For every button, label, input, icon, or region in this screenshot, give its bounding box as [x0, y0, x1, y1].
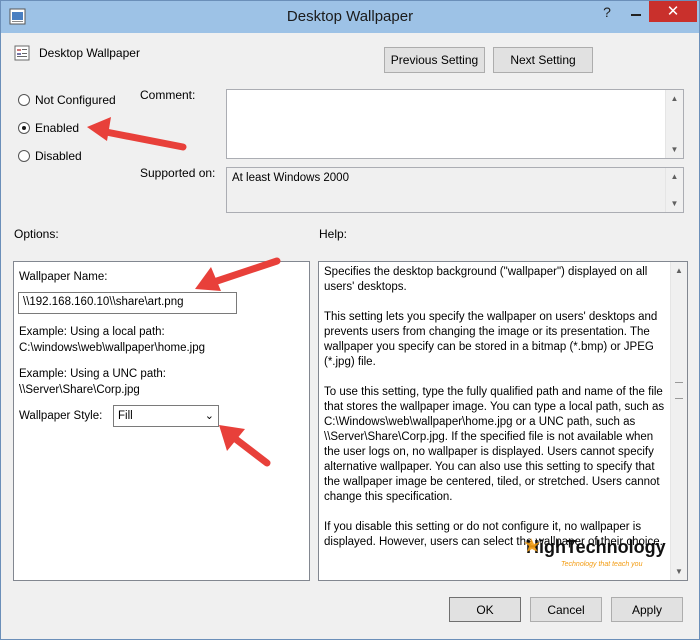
wallpaper-style-label: Wallpaper Style: — [19, 410, 103, 422]
scroll-up-icon[interactable]: ▲ — [671, 262, 687, 279]
help-scrollbar[interactable]: ▲ ▼ — [670, 262, 687, 580]
supported-on-field: At least Windows 2000 ▲ ▼ — [226, 167, 684, 213]
scroll-down-icon[interactable]: ▼ — [666, 195, 683, 212]
policy-settings-icon — [14, 45, 30, 61]
scroll-thumb[interactable] — [675, 382, 683, 399]
minimize-button[interactable] — [623, 1, 649, 23]
radio-not-configured-label: Not Configured — [35, 93, 116, 107]
watermark-tagline: Technology that teach you — [561, 561, 643, 568]
annotation-arrow-icon — [195, 257, 281, 291]
radio-enabled[interactable] — [18, 122, 30, 134]
radio-disabled-label: Disabled — [35, 149, 82, 163]
chevron-down-icon[interactable]: ⌄ — [205, 406, 214, 426]
wallpaper-style-select[interactable]: Fill ⌄ — [113, 405, 219, 427]
comment-scrollbar[interactable]: ▲ ▼ — [665, 90, 683, 158]
help-panel: Specifies the desktop background ("wallp… — [318, 261, 688, 581]
comment-value — [227, 90, 683, 96]
wallpaper-style-value: Fill — [118, 410, 133, 422]
example-local-line1: Example: Using a local path: — [19, 326, 165, 338]
cancel-button[interactable]: Cancel — [530, 597, 602, 622]
close-button[interactable]: ✕ — [649, 1, 697, 22]
apply-button[interactable]: Apply — [611, 597, 683, 622]
scroll-up-icon[interactable]: ▲ — [666, 168, 683, 185]
dialog-window: Desktop Wallpaper ? ✕ Desktop Wallpaper … — [0, 0, 700, 640]
annotation-arrow-icon — [219, 425, 271, 467]
watermark-brand: HighTechnology — [526, 537, 666, 557]
radio-enabled-label: Enabled — [35, 121, 80, 135]
previous-setting-button[interactable]: Previous Setting — [384, 47, 485, 73]
annotation-arrow-icon — [87, 117, 187, 151]
help-paragraph: Specifies the desktop background ("wallp… — [324, 266, 648, 293]
hightechnology-watermark: HighTechnology Technology that teach you — [524, 537, 666, 568]
comment-label: Comment: — [140, 88, 196, 102]
title-bar[interactable]: Desktop Wallpaper ? ✕ — [1, 1, 699, 33]
help-paragraph: This setting lets you specify the wallpa… — [324, 311, 658, 368]
help-button[interactable]: ? — [593, 1, 621, 23]
policy-name: Desktop Wallpaper — [39, 46, 140, 60]
next-setting-button[interactable]: Next Setting — [493, 47, 593, 73]
scroll-down-icon[interactable]: ▼ — [666, 141, 683, 158]
supported-on-value: At least Windows 2000 — [232, 172, 349, 184]
wallpaper-name-label: Wallpaper Name: — [19, 271, 108, 283]
scroll-down-icon[interactable]: ▼ — [671, 563, 687, 580]
supported-on-label: Supported on: — [140, 166, 216, 180]
supported-scrollbar[interactable]: ▲ ▼ — [665, 168, 683, 212]
example-unc-line1: Example: Using a UNC path: — [19, 368, 167, 380]
example-local-line2: C:\windows\web\wallpaper\home.jpg — [19, 342, 206, 354]
help-text: Specifies the desktop background ("wallp… — [324, 265, 669, 565]
comment-textarea[interactable]: ▲ ▼ — [226, 89, 684, 159]
help-paragraph: To use this setting, type the fully qual… — [324, 386, 665, 503]
options-header: Options: — [14, 227, 59, 241]
example-unc-line2: \\Server\Share\Corp.jpg — [19, 384, 140, 396]
scroll-up-icon[interactable]: ▲ — [666, 90, 683, 107]
help-header: Help: — [319, 227, 348, 241]
radio-disabled[interactable] — [18, 150, 30, 162]
ok-button[interactable]: OK — [449, 597, 521, 622]
radio-not-configured[interactable] — [18, 94, 30, 106]
